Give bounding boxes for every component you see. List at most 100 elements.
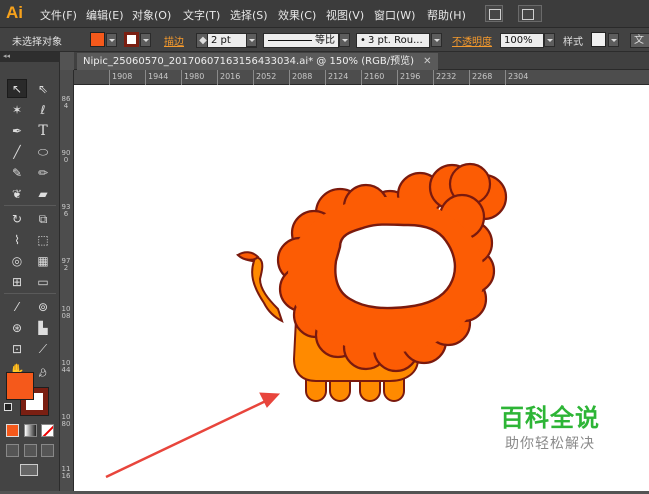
selection-tool-icon[interactable]: ↖: [7, 79, 27, 98]
ruler-tick: [397, 70, 398, 85]
stroke-label[interactable]: 描边: [164, 33, 184, 48]
type-tool-icon[interactable]: T: [33, 121, 53, 140]
ruler-label: 900: [61, 149, 71, 164]
draw-behind-icon[interactable]: [24, 444, 37, 457]
draw-normal-icon[interactable]: [6, 444, 19, 457]
close-tab-icon[interactable]: ✕: [423, 56, 431, 67]
opacity-label[interactable]: 不透明度: [452, 33, 492, 48]
mesh-tool-icon[interactable]: ⊞: [7, 272, 27, 291]
free-transform-tool-icon[interactable]: ⬚: [33, 230, 53, 249]
menu-window[interactable]: 窗口(W): [374, 7, 415, 23]
pencil-tool-icon[interactable]: ✏: [33, 163, 53, 182]
draw-inside-icon[interactable]: [41, 444, 54, 457]
arrange-documents-icon[interactable]: [518, 5, 542, 22]
shape-builder-tool-icon[interactable]: ◎: [7, 251, 27, 270]
horizontal-ruler[interactable]: 1908 1944 1980 2016 2052 2088 2124 2160 …: [74, 70, 649, 85]
slice-tool-icon[interactable]: ⟋: [33, 339, 53, 358]
style-label: 样式: [563, 37, 583, 48]
brush-dropdown[interactable]: [431, 33, 442, 47]
ruler-tick: [505, 70, 506, 85]
menu-select[interactable]: 选择(S): [230, 7, 268, 23]
none-slash-icon: [42, 425, 53, 436]
ruler-label: 1080: [61, 413, 71, 428]
ruler-tick: [109, 70, 110, 85]
warp-tool-icon[interactable]: ⌇: [7, 230, 27, 249]
ruler-label: 2016: [220, 72, 241, 81]
opacity-dropdown[interactable]: [544, 33, 555, 47]
menu-object[interactable]: 对象(O): [132, 7, 171, 23]
tools-divider: [4, 293, 56, 294]
bridge-icon[interactable]: [485, 5, 503, 22]
symbol-sprayer-tool-icon[interactable]: ⊛: [7, 318, 27, 337]
none-mode-button[interactable]: [41, 424, 54, 437]
ruler-label: 2232: [436, 72, 457, 81]
ruler-label: 1908: [112, 72, 133, 81]
opacity-field[interactable]: 100%: [500, 33, 544, 48]
fill-color-box-front[interactable]: [6, 372, 34, 400]
eraser-tool-icon[interactable]: ▰: [33, 184, 53, 203]
gradient-mode-button[interactable]: [24, 424, 37, 437]
gradient-tool-icon[interactable]: ▭: [33, 272, 53, 291]
stroke-profile-dropdown[interactable]: [339, 33, 350, 47]
screen-mode-icon[interactable]: [20, 464, 38, 476]
ruler-label: 1044: [61, 359, 71, 374]
artboard-tool-icon[interactable]: ⊡: [7, 339, 27, 358]
default-colors-icon[interactable]: [4, 403, 12, 411]
ellipse-tool-icon[interactable]: ⬭: [33, 142, 53, 161]
ruler-label: 2088: [292, 72, 313, 81]
ruler-label: 2268: [472, 72, 493, 81]
direct-selection-tool-icon[interactable]: ⇖: [33, 79, 53, 98]
magic-wand-tool-icon[interactable]: ✶: [7, 100, 27, 119]
document-tab[interactable]: Nipic_25060570_20170607163156433034.ai* …: [77, 53, 438, 70]
menu-view[interactable]: 视图(V): [326, 7, 364, 23]
scale-tool-icon[interactable]: ⧉: [33, 209, 53, 228]
perspective-grid-tool-icon[interactable]: ▦: [33, 251, 53, 270]
ruler-label: 972: [61, 257, 71, 272]
watermark-subtitle: 助你轻松解决: [505, 436, 595, 452]
ruler-label: 936: [61, 203, 71, 218]
paintbrush-tool-icon[interactable]: ✎: [7, 163, 27, 182]
illustrator-logo: Ai: [6, 3, 23, 22]
tools-panel: ◂◂ ↖ ⇖ ✶ ℓ ✒ T ╱ ⬭ ✎ ✏ ❦ ▰ ↻ ⧉ ⌇ ⬚ ◎ ▦ ⊞…: [0, 52, 60, 491]
menu-help[interactable]: 帮助(H): [427, 7, 466, 23]
style-dropdown[interactable]: [608, 33, 619, 47]
menu-file[interactable]: 文件(F): [40, 7, 77, 23]
tools-panel-header[interactable]: ◂◂: [0, 52, 60, 62]
vertical-ruler[interactable]: 864 900 936 972 1008 1044 1080 1116: [60, 70, 74, 491]
selection-status: 未选择对象: [12, 37, 62, 48]
blend-tool-icon[interactable]: ⊚: [33, 297, 53, 316]
fill-dropdown[interactable]: [106, 33, 117, 47]
control-bar: 未选择对象 描边 ◆ 2 pt 等比 • 3 pt. Rou... 不透明度 10…: [0, 28, 649, 52]
ruler-label: 1980: [184, 72, 205, 81]
menu-type[interactable]: 文字(T): [183, 7, 220, 23]
ruler-label: 2124: [328, 72, 349, 81]
stroke-dropdown[interactable]: [140, 33, 151, 47]
rotate-tool-icon[interactable]: ↻: [7, 209, 27, 228]
line-tool-icon[interactable]: ╱: [7, 142, 27, 161]
column-graph-tool-icon[interactable]: ▙: [33, 318, 53, 337]
menu-edit[interactable]: 编辑(E): [86, 7, 124, 23]
eyedropper-tool-icon[interactable]: ⁄: [7, 297, 27, 316]
stroke-profile-label: 等比: [315, 35, 335, 46]
ruler-label: 2196: [400, 72, 421, 81]
style-swatch[interactable]: [591, 32, 606, 47]
swap-colors-icon[interactable]: ⤾: [39, 370, 47, 380]
color-mode-button[interactable]: [6, 424, 19, 437]
lion-face: [334, 223, 457, 310]
lasso-tool-icon[interactable]: ℓ: [33, 100, 53, 119]
stroke-swatch[interactable]: [124, 32, 139, 47]
pen-tool-icon[interactable]: ✒: [7, 121, 27, 140]
fill-swatch[interactable]: [90, 32, 105, 47]
menu-effect[interactable]: 效果(C): [278, 7, 316, 23]
pointer-arrow: [105, 392, 281, 479]
document-setup-button[interactable]: 文: [630, 33, 649, 48]
ruler-tick: [361, 70, 362, 85]
stroke-profile-field[interactable]: 等比: [263, 33, 339, 48]
ruler-label: 2052: [256, 72, 277, 81]
stroke-weight-dropdown[interactable]: [246, 33, 257, 47]
ruler-label: 2304: [508, 72, 529, 81]
brush-field[interactable]: • 3 pt. Rou...: [356, 33, 430, 48]
menu-bar: Ai 文件(F) 编辑(E) 对象(O) 文字(T) 选择(S) 效果(C) 视…: [0, 0, 649, 28]
ruler-label: 1116: [61, 465, 71, 480]
blob-brush-tool-icon[interactable]: ❦: [7, 184, 27, 203]
